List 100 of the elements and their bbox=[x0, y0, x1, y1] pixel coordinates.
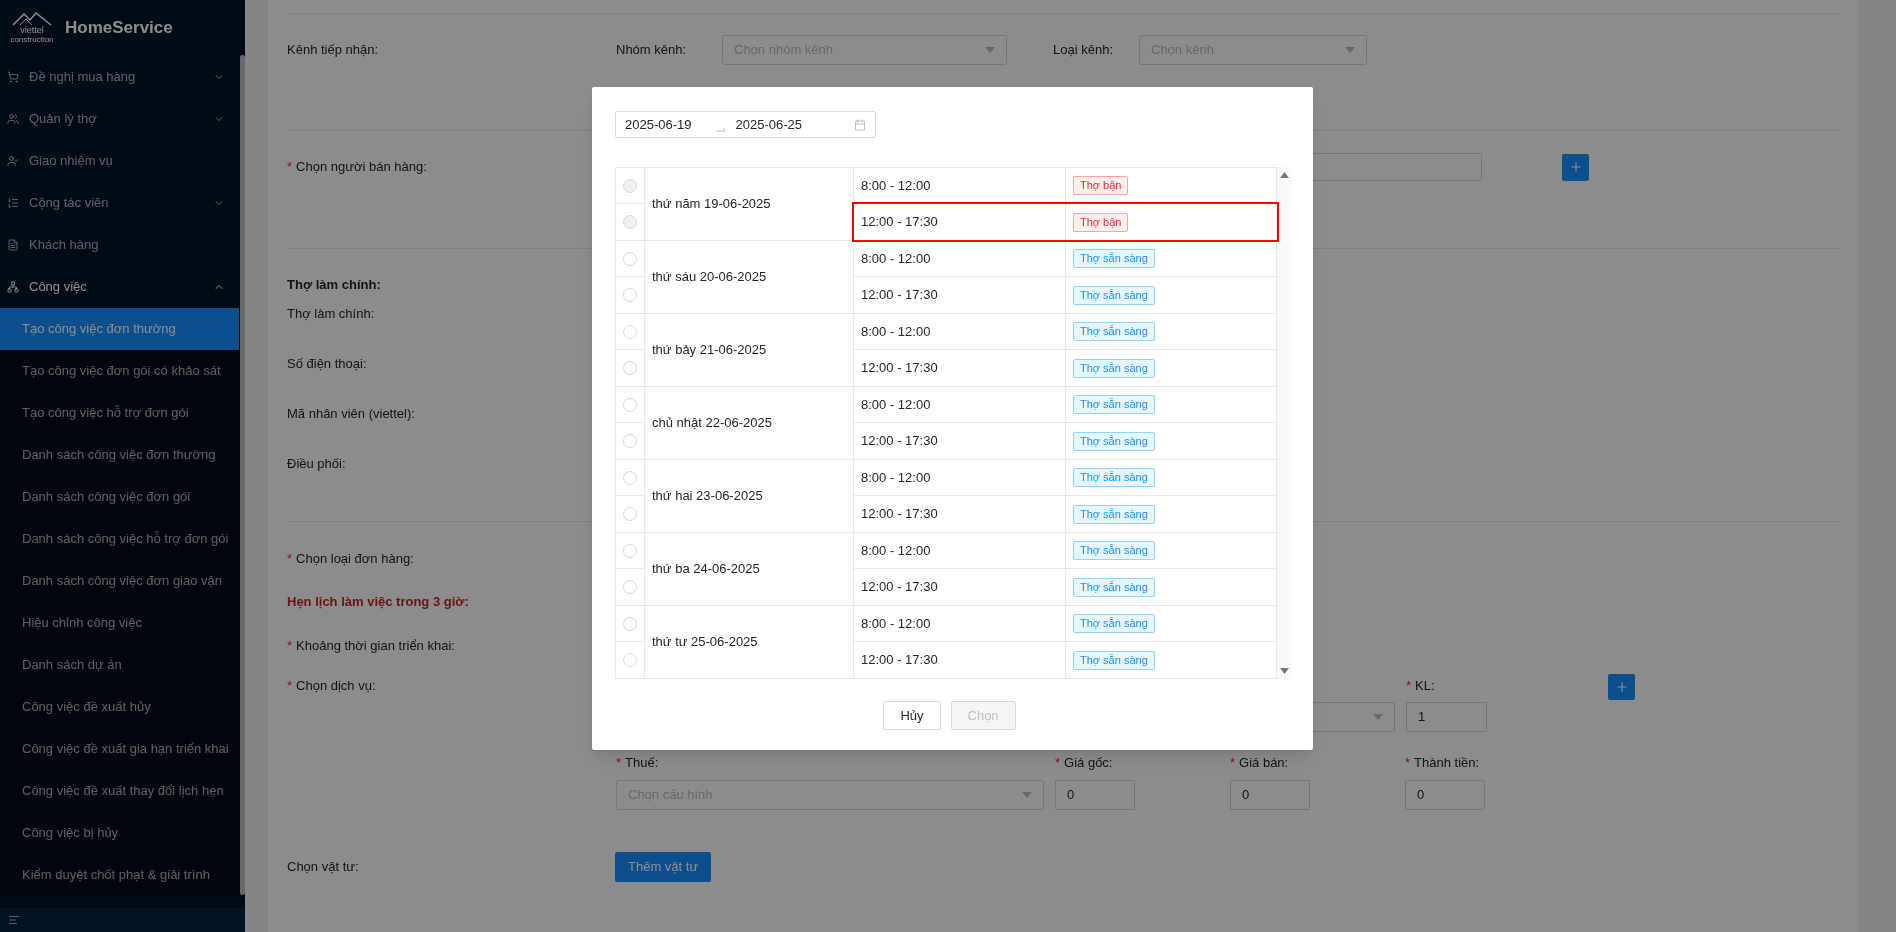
section-title: Thợ làm chính: bbox=[287, 276, 381, 295]
field-label: Điều phối: bbox=[287, 455, 346, 474]
time-cell: 12:00 - 17:30 bbox=[854, 642, 1066, 678]
field-label: Thành tiền: bbox=[1414, 754, 1480, 773]
time-cell: 12:00 - 17:30 bbox=[854, 350, 1066, 386]
field-label: Loại kênh: bbox=[1053, 41, 1113, 60]
field-label: Khoảng thời gian triển khai: bbox=[296, 637, 455, 656]
required-asterisk: * bbox=[1405, 754, 1411, 773]
field-label: Chọn người bán hàng: bbox=[296, 158, 427, 177]
time-cell: 8:00 - 12:00 bbox=[854, 606, 1066, 641]
add-material-button[interactable]: Thêm vật tư bbox=[615, 852, 712, 882]
dialog-button[interactable]: Hủy bbox=[883, 701, 941, 730]
radio-button[interactable] bbox=[623, 653, 637, 667]
required-asterisk: * bbox=[1055, 754, 1061, 773]
scroll-up-icon[interactable] bbox=[1280, 172, 1289, 178]
status-tag: Thợ bận bbox=[1073, 212, 1129, 232]
field-label: Số điện thoại: bbox=[287, 355, 367, 374]
status-tag: Thợ sẵn sàng bbox=[1073, 614, 1155, 633]
radio-button[interactable] bbox=[623, 251, 637, 266]
radio-button[interactable] bbox=[623, 580, 637, 594]
mountain-logo-icon bbox=[12, 12, 52, 26]
field-label: Thuế: bbox=[625, 754, 659, 773]
brand-title: HomeService bbox=[65, 17, 173, 40]
field-label: Chọn dịch vụ: bbox=[296, 677, 376, 696]
status-tag: Thợ sẵn sàng bbox=[1073, 504, 1155, 524]
logo-tagline: construction bbox=[10, 35, 54, 44]
date-cell: thứ năm 19-06-2025 bbox=[645, 168, 854, 240]
date-cell: thứ ba 24-06-2025 bbox=[645, 533, 854, 605]
date-cell: thứ hai 23-06-2025 bbox=[645, 460, 854, 532]
caret-icon bbox=[985, 47, 995, 53]
date-cell: thứ bảy 21-06-2025 bbox=[645, 314, 854, 386]
plus-icon bbox=[1614, 680, 1629, 694]
radio-button[interactable] bbox=[623, 397, 637, 412]
radio-button[interactable] bbox=[623, 616, 637, 631]
time-cell: 12:00 - 17:30 bbox=[854, 496, 1066, 532]
sidebar-subitem[interactable]: Kiểm duyệt chốt phạt & giải trình bbox=[0, 854, 245, 896]
time-cell: 8:00 - 12:00 bbox=[854, 460, 1066, 495]
radio-button[interactable] bbox=[623, 470, 637, 485]
status-tag: Thợ sẵn sàng bbox=[1073, 322, 1155, 341]
scrollbar[interactable] bbox=[240, 55, 245, 895]
required-asterisk: * bbox=[287, 158, 293, 177]
date-cell: thứ tư 25-06-2025 bbox=[645, 606, 854, 678]
scroll-down-icon[interactable] bbox=[1280, 668, 1289, 674]
quantity-input[interactable]: 1 bbox=[1406, 702, 1487, 732]
field-label: Chọn vật tư: bbox=[287, 858, 359, 877]
radio-button[interactable] bbox=[623, 507, 637, 521]
required-asterisk: * bbox=[287, 637, 293, 656]
price-input[interactable]: 0 bbox=[1055, 780, 1135, 810]
start-date: 2025-06-19 bbox=[625, 115, 692, 134]
time-cell: 12:00 - 17:30 bbox=[854, 277, 1066, 313]
radio-button[interactable] bbox=[623, 361, 637, 375]
required-asterisk: * bbox=[616, 754, 622, 773]
time-cell: 8:00 - 12:00 bbox=[854, 168, 1066, 203]
field-label: Mã nhân viên (viettel): bbox=[287, 405, 415, 424]
status-tag: Thợ sẵn sàng bbox=[1073, 358, 1155, 378]
plus-icon bbox=[1568, 160, 1583, 174]
field-label: KL: bbox=[1415, 677, 1435, 696]
status-tag: Thợ sẵn sàng bbox=[1073, 249, 1155, 268]
logo-wordmark: viettel bbox=[20, 26, 44, 35]
required-asterisk: * bbox=[287, 677, 293, 696]
status-tag: Thợ sẵn sàng bbox=[1073, 395, 1155, 414]
radio-button[interactable] bbox=[623, 434, 637, 448]
required-asterisk: * bbox=[287, 550, 293, 569]
time-cell: 8:00 - 12:00 bbox=[854, 533, 1066, 568]
time-cell: 12:00 - 17:30 bbox=[854, 204, 1066, 240]
time-cell: 8:00 - 12:00 bbox=[854, 387, 1066, 422]
add-button[interactable] bbox=[1562, 153, 1589, 181]
field-label: Giá bán: bbox=[1239, 754, 1289, 773]
caret-icon bbox=[1345, 47, 1355, 53]
caret-icon bbox=[1022, 792, 1032, 798]
field-label: Nhóm kênh: bbox=[616, 41, 687, 60]
radio-button[interactable] bbox=[623, 543, 637, 558]
calendar-icon bbox=[854, 118, 866, 131]
date-cell: thứ sáu 20-06-2025 bbox=[645, 241, 854, 313]
date-range-picker[interactable]: 2025-06-19 2025-06-25 bbox=[615, 111, 876, 138]
status-tag: Thợ sẵn sàng bbox=[1073, 285, 1155, 305]
status-tag: Thợ sẵn sàng bbox=[1073, 541, 1155, 560]
radio-button[interactable] bbox=[623, 288, 637, 302]
price-input[interactable]: 0 bbox=[1405, 780, 1485, 810]
end-date: 2025-06-25 bbox=[735, 115, 802, 134]
table-scrollbar[interactable] bbox=[1277, 167, 1292, 679]
add-button[interactable] bbox=[1608, 674, 1635, 700]
required-asterisk: * bbox=[1406, 677, 1412, 696]
time-cell: 12:00 - 17:30 bbox=[854, 569, 1066, 605]
date-cell: chủ nhật 22-06-2025 bbox=[645, 387, 854, 459]
status-tag: Thợ sẵn sàng bbox=[1073, 650, 1155, 670]
required-asterisk: * bbox=[1230, 754, 1236, 773]
field-label: Kênh tiếp nhận: bbox=[287, 41, 379, 60]
time-cell: 8:00 - 12:00 bbox=[854, 241, 1066, 276]
status-tag: Thợ sẵn sàng bbox=[1073, 468, 1155, 487]
schedule-note: Hẹn lịch làm việc trong 3 giờ: bbox=[287, 593, 469, 612]
field-label: Chọn loại đơn hàng: bbox=[296, 550, 414, 569]
status-tag: Thợ bận bbox=[1073, 176, 1129, 195]
price-input[interactable]: 0 bbox=[1230, 780, 1310, 810]
time-cell: 8:00 - 12:00 bbox=[854, 314, 1066, 349]
radio-button[interactable] bbox=[623, 324, 637, 339]
status-tag: Thợ sẵn sàng bbox=[1073, 577, 1155, 597]
field-label: Thợ làm chính: bbox=[287, 305, 375, 324]
sidebar-subitem[interactable]: Tạo công việc đơn thường bbox=[0, 308, 239, 350]
caret-icon bbox=[1373, 714, 1383, 720]
